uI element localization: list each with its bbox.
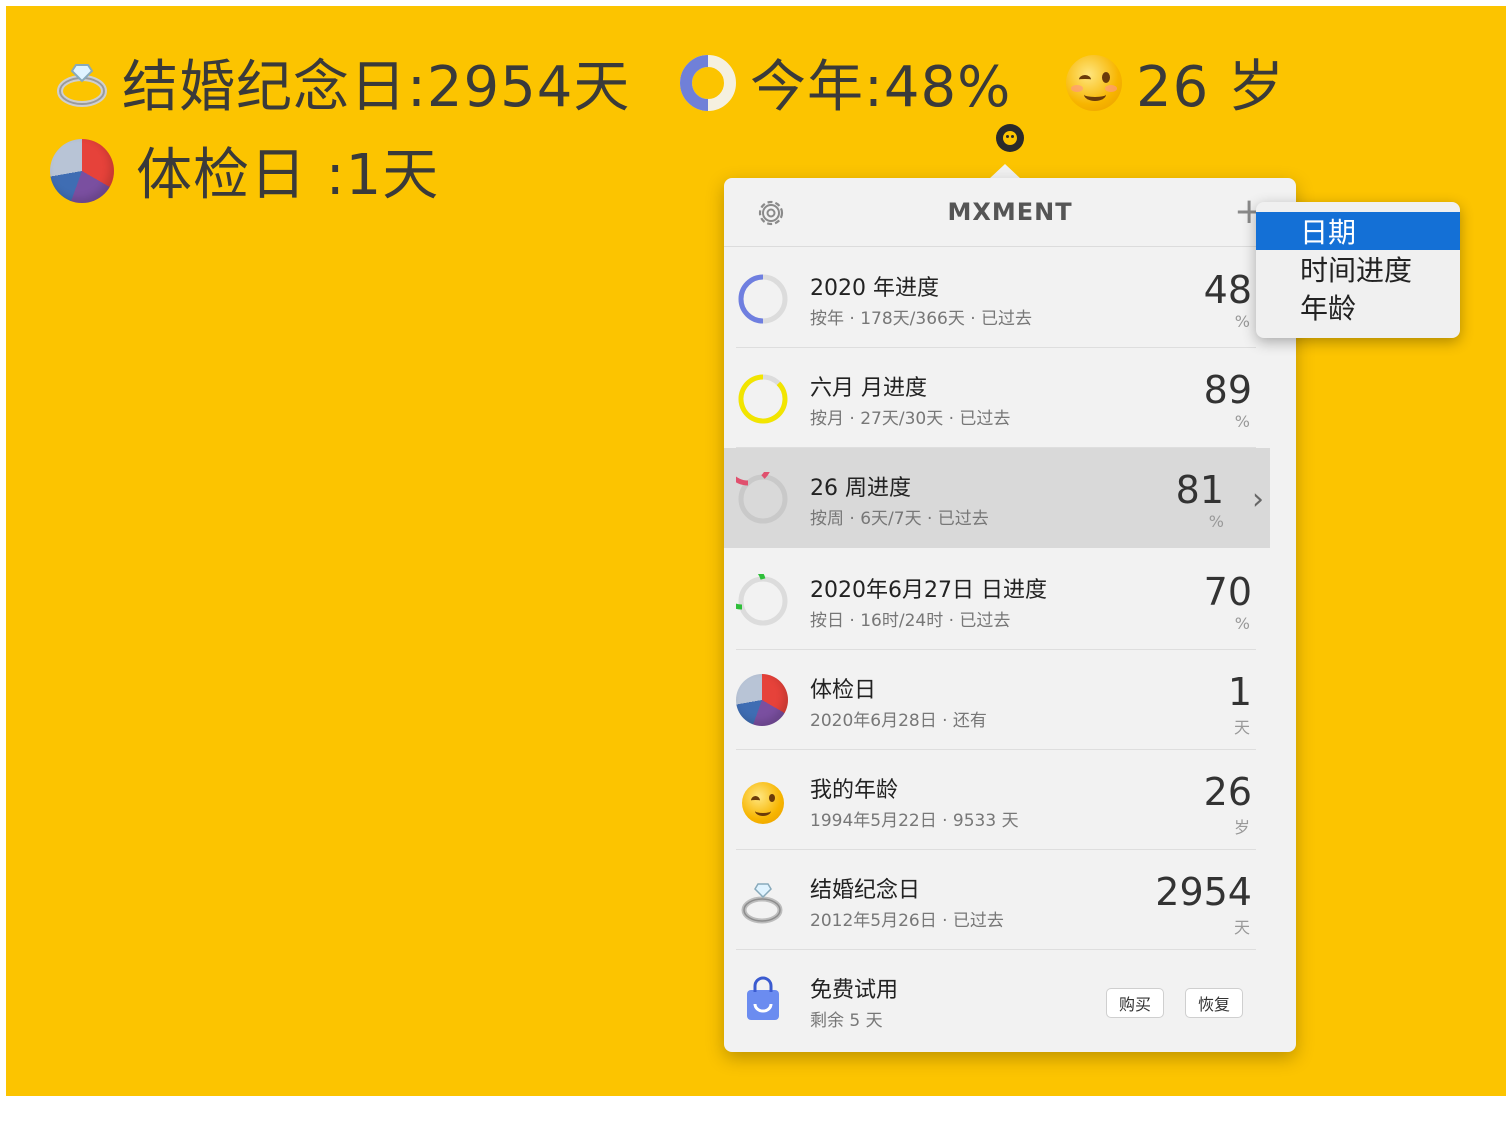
- year-ring-icon: [680, 54, 736, 111]
- age-text: 26 岁: [1136, 55, 1286, 120]
- wink-face-icon: [742, 782, 784, 824]
- wink-face-icon: [1066, 54, 1122, 111]
- year-progress-widget[interactable]: 今年:48%: [678, 42, 1011, 123]
- year-progress-text: 今年:48%: [750, 55, 1012, 120]
- list-item[interactable]: 我的年龄 1994年5月22日 · 9533 天 26 岁: [724, 750, 1296, 850]
- age-widget[interactable]: 26 岁: [1066, 42, 1285, 123]
- row-subtitle: 1994年5月22日 · 9533 天: [810, 811, 1019, 831]
- list-item[interactable]: 2020年6月27日 日进度 按日 · 16时/24时 · 已过去 70 %: [724, 550, 1296, 650]
- row-value: 2954: [1155, 870, 1252, 914]
- row-value: 81: [1175, 468, 1224, 512]
- progress-ring-icon: [738, 274, 788, 324]
- progress-ring-icon: [736, 574, 788, 626]
- chevron-right-icon[interactable]: ›: [1252, 482, 1264, 517]
- progress-ring-icon: [736, 472, 788, 524]
- row-title: 免费试用: [810, 978, 899, 1003]
- row-unit: %: [1234, 312, 1250, 331]
- ring-icon: [741, 883, 783, 924]
- row-value: 70: [1203, 570, 1252, 614]
- row-subtitle: 按日 · 16时/24时 · 已过去: [810, 611, 1011, 631]
- app-title: MXMENT: [947, 198, 1073, 226]
- menu-item-time-progress[interactable]: 时间进度: [1256, 250, 1460, 288]
- row-title: 结婚纪念日: [810, 878, 921, 903]
- row-subtitle: 按周 · 6天/7天 · 已过去: [810, 509, 989, 529]
- row-value: 89: [1203, 368, 1252, 412]
- checkup-icon: [736, 674, 788, 726]
- ring-icon: [57, 63, 107, 107]
- checkup-widget[interactable]: 体检日 :1天: [50, 130, 439, 211]
- row-subtitle: 按月 · 27天/30天 · 已过去: [810, 409, 1011, 429]
- row-subtitle: 2020年6月28日 · 还有: [810, 711, 987, 731]
- list-item-selected[interactable]: 26 周进度 按周 · 6天/7天 · 已过去 81 % ›: [724, 448, 1270, 548]
- row-title: 六月 月进度: [810, 376, 927, 401]
- add-dropdown-menu: 日期 时间进度 年龄: [1256, 202, 1460, 338]
- row-unit: %: [1234, 412, 1250, 431]
- moment-popover: MXMENT + 2020 年进度 按年 · 178天/366天 · 已过去 4…: [724, 178, 1296, 1052]
- row-unit: %: [1208, 512, 1224, 531]
- row-subtitle: 2012年5月26日 · 已过去: [810, 911, 1004, 931]
- popover-arrow: [989, 164, 1021, 179]
- row-title: 2020年6月27日 日进度: [810, 578, 1047, 603]
- buy-button[interactable]: 购买: [1106, 988, 1165, 1018]
- popover-header: MXMENT +: [724, 178, 1296, 247]
- row-subtitle: 按年 · 178天/366天 · 已过去: [810, 309, 1033, 329]
- row-value: 1: [1227, 670, 1252, 714]
- row-unit: 岁: [1233, 818, 1250, 837]
- shopping-bag-icon: [747, 976, 779, 1020]
- anniversary-text: 结婚纪念日:2954天: [122, 55, 631, 120]
- row-unit: 天: [1233, 718, 1250, 737]
- row-title: 体检日: [810, 678, 877, 703]
- status-bar-icon[interactable]: [996, 124, 1024, 152]
- menu-item-age[interactable]: 年龄: [1256, 288, 1460, 326]
- restore-button[interactable]: 恢复: [1185, 988, 1244, 1018]
- checkup-icon: [50, 138, 114, 203]
- row-unit: 天: [1233, 918, 1250, 937]
- checkup-text: 体检日 :1天: [136, 143, 440, 208]
- row-unit: %: [1234, 614, 1250, 633]
- row-value: 48: [1203, 268, 1252, 312]
- list-item[interactable]: 结婚纪念日 2012年5月26日 · 已过去 2954 天: [724, 850, 1296, 950]
- row-title: 2020 年进度: [810, 276, 939, 301]
- anniversary-widget[interactable]: 结婚纪念日:2954天: [52, 42, 630, 123]
- progress-ring-icon: [738, 374, 788, 424]
- list-item[interactable]: 2020 年进度 按年 · 178天/366天 · 已过去 48 %: [724, 248, 1296, 348]
- row-title: 我的年龄: [810, 778, 899, 803]
- row-title: 26 周进度: [810, 476, 911, 501]
- list-item[interactable]: 体检日 2020年6月28日 · 还有 1 天: [724, 650, 1296, 750]
- list-item[interactable]: 六月 月进度 按月 · 27天/30天 · 已过去 89 %: [724, 348, 1296, 448]
- row-value: 26: [1203, 770, 1252, 814]
- menu-item-date[interactable]: 日期: [1256, 212, 1460, 250]
- row-subtitle: 剩余 5 天: [810, 1011, 883, 1031]
